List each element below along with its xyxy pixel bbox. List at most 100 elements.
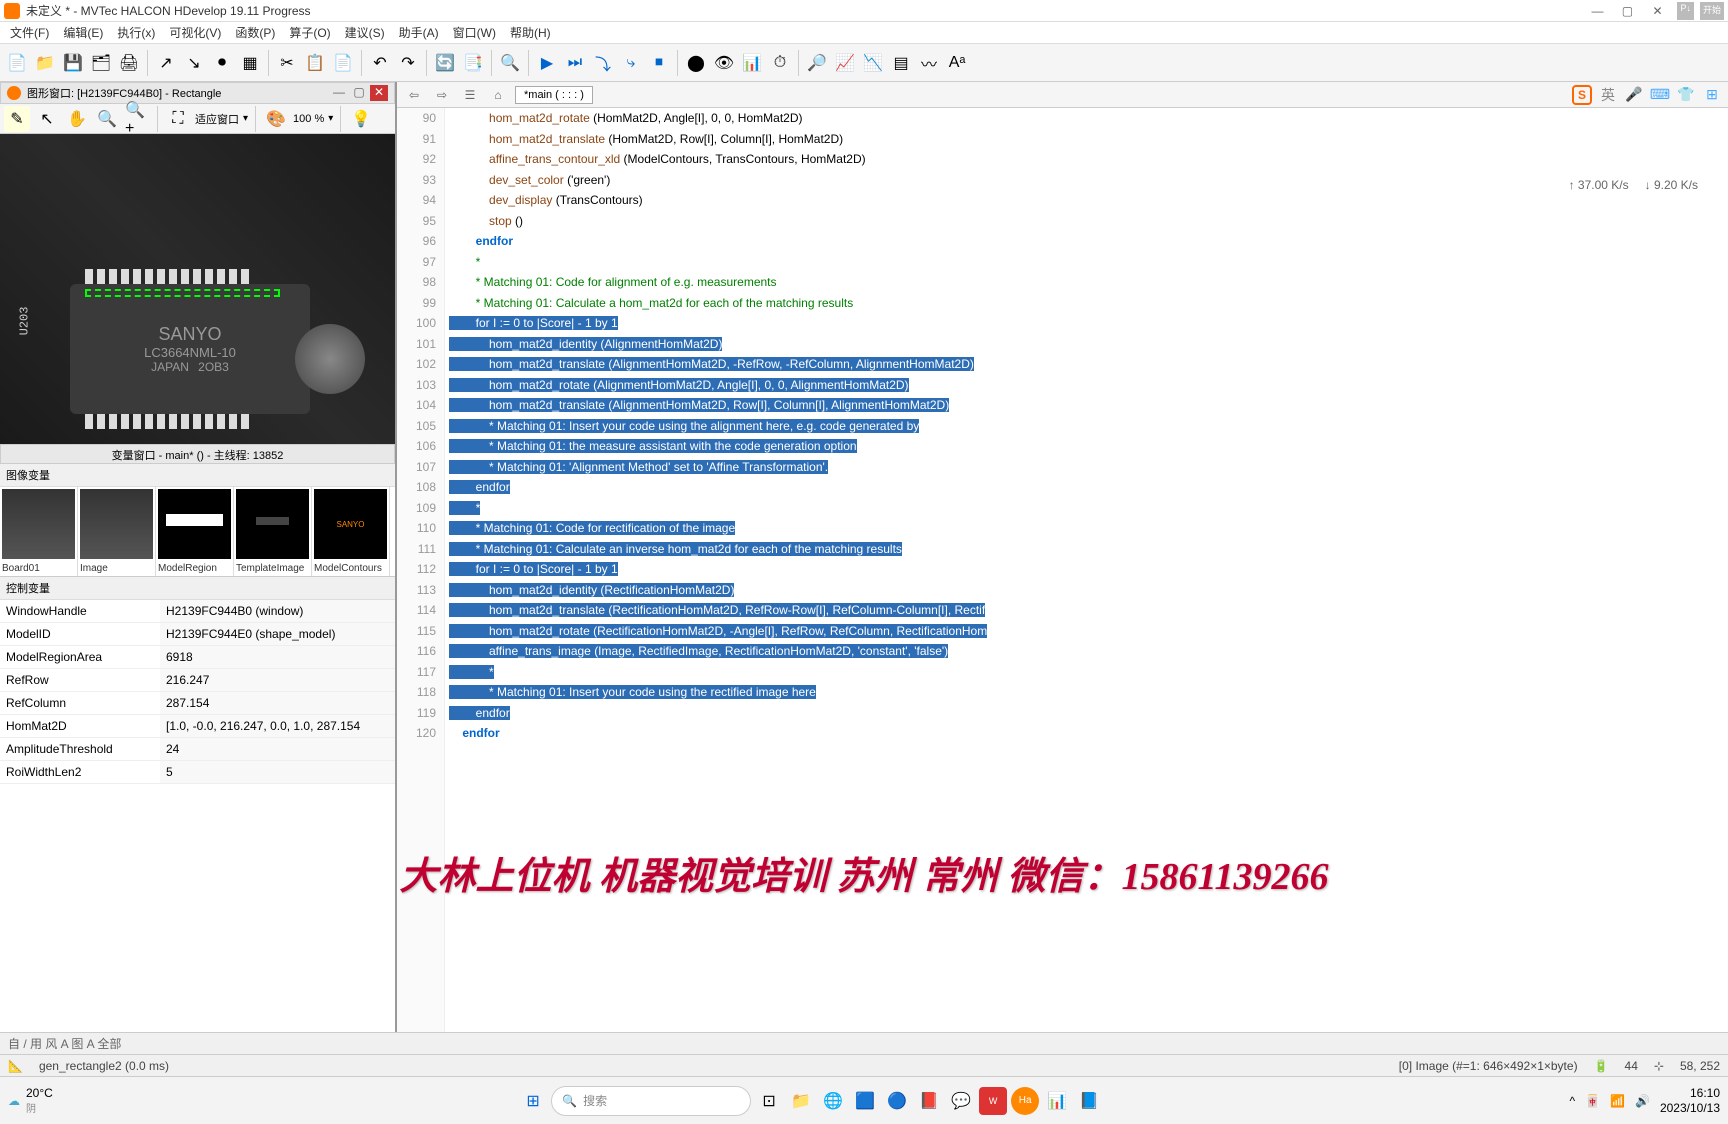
- bottom-tabs-text[interactable]: 自 / 用 风 A 图 A 全部: [8, 1035, 121, 1052]
- zoom-fit-icon[interactable]: 🔎: [804, 50, 830, 76]
- import-icon[interactable]: ↘: [181, 50, 207, 76]
- menu-operators[interactable]: 算子(O): [283, 22, 336, 43]
- menu-help[interactable]: 帮助(H): [504, 22, 557, 43]
- thumb-contours[interactable]: SANYOModelContours: [312, 487, 390, 576]
- zoom-in-icon[interactable]: 🔍+: [124, 106, 150, 132]
- bookmark-icon[interactable]: 📑: [460, 50, 486, 76]
- browser-icon[interactable]: 🌐: [819, 1087, 847, 1115]
- keyboard-icon[interactable]: ⌨: [1650, 85, 1670, 105]
- pdf-icon[interactable]: 📕: [915, 1087, 943, 1115]
- edge-icon[interactable]: 🔵: [883, 1087, 911, 1115]
- panel-minimize[interactable]: —: [330, 85, 348, 101]
- thumb-template[interactable]: TemplateImage: [234, 487, 312, 576]
- menu-functions[interactable]: 函数(P): [229, 22, 281, 43]
- code-editor[interactable]: 9091929394959697989910010110210310410510…: [397, 108, 1728, 1032]
- find-icon[interactable]: 🔍: [497, 50, 523, 76]
- close-button[interactable]: ✕: [1643, 2, 1671, 20]
- color-icon[interactable]: 🎨: [263, 106, 289, 132]
- bulb-icon[interactable]: 💡: [348, 106, 374, 132]
- font-icon[interactable]: Aᵃ: [944, 50, 970, 76]
- step-icon[interactable]: ⏭: [562, 50, 588, 76]
- thumb-image[interactable]: Image: [78, 487, 156, 576]
- nav-fwd-icon[interactable]: ⇨: [431, 85, 453, 105]
- mic-icon[interactable]: 🎤: [1624, 85, 1644, 105]
- saveall-icon[interactable]: 🗂: [88, 50, 114, 76]
- variable-table[interactable]: WindowHandleH2139FC944B0 (window) ModelI…: [0, 600, 395, 1032]
- roi-rectangle[interactable]: [85, 289, 280, 297]
- feature-icon[interactable]: ▤: [888, 50, 914, 76]
- tray-wifi-icon[interactable]: 📶: [1610, 1094, 1625, 1108]
- taskbar-clock[interactable]: 16:102023/10/13: [1660, 1086, 1720, 1115]
- app2-icon[interactable]: 📊: [1043, 1087, 1071, 1115]
- step-over-icon[interactable]: ⤵: [590, 50, 616, 76]
- grid-app-icon[interactable]: ⊞: [1702, 85, 1722, 105]
- minimize-button[interactable]: —: [1583, 2, 1611, 20]
- tray-lang[interactable]: 🀄: [1585, 1094, 1600, 1108]
- home-icon[interactable]: ⌂: [487, 85, 509, 105]
- tray-up-icon[interactable]: ^: [1569, 1094, 1575, 1108]
- histogram-icon[interactable]: 📈: [832, 50, 858, 76]
- menu-suggestions[interactable]: 建议(S): [339, 22, 391, 43]
- run-icon[interactable]: ▶: [534, 50, 560, 76]
- zoom-icon[interactable]: 🔍: [94, 106, 120, 132]
- profile-icon[interactable]: 📉: [860, 50, 886, 76]
- thumb-modelregion[interactable]: ModelRegion: [156, 487, 234, 576]
- wechat-icon[interactable]: 💬: [947, 1087, 975, 1115]
- draw-icon[interactable]: ✎: [4, 106, 30, 132]
- record-icon[interactable]: ⏺: [209, 50, 235, 76]
- thumb-board01[interactable]: Board01: [0, 487, 78, 576]
- sogou-icon[interactable]: S: [1572, 85, 1592, 105]
- code-content[interactable]: hom_mat2d_rotate (HomMat2D, Angle[I], 0,…: [445, 108, 1728, 1032]
- taskview-icon[interactable]: ⊡: [755, 1087, 783, 1115]
- nav-back-icon[interactable]: ⇦: [403, 85, 425, 105]
- fit-window-icon[interactable]: ⛶: [165, 106, 191, 132]
- start-button[interactable]: 开始: [1700, 2, 1724, 20]
- app1-icon[interactable]: 🟦: [851, 1087, 879, 1115]
- grid-icon[interactable]: ▦: [237, 50, 263, 76]
- image-view[interactable]: U203 SANYO LC3664NML-10 JAPAN 2OB3: [0, 134, 395, 444]
- fit-window-label[interactable]: 适应窗口: [195, 111, 239, 127]
- wps-icon[interactable]: W: [979, 1087, 1007, 1115]
- halcon-task-icon[interactable]: Ha: [1011, 1087, 1039, 1115]
- lang-indicator[interactable]: 英: [1598, 85, 1618, 105]
- find-replace-icon[interactable]: 🔄: [432, 50, 458, 76]
- menu-file[interactable]: 文件(F): [4, 22, 55, 43]
- start-icon[interactable]: ⊞: [519, 1087, 547, 1115]
- weather-widget[interactable]: ☁ 20°C阴: [8, 1086, 53, 1115]
- maximize-button[interactable]: ▢: [1613, 2, 1641, 20]
- copy-icon[interactable]: 📋: [302, 50, 328, 76]
- profiler-icon[interactable]: 📊: [739, 50, 765, 76]
- code-tab[interactable]: *main ( : : : ): [515, 86, 593, 104]
- new-icon[interactable]: 📄: [4, 50, 30, 76]
- tray-volume-icon[interactable]: 🔊: [1635, 1094, 1650, 1108]
- menu-visualize[interactable]: 可视化(V): [163, 22, 227, 43]
- menu-window[interactable]: 窗口(W): [447, 22, 502, 43]
- proc-list-icon[interactable]: ☰: [459, 85, 481, 105]
- panel-close[interactable]: ✕: [370, 85, 388, 101]
- save-icon[interactable]: 💾: [60, 50, 86, 76]
- step-into-icon[interactable]: ⤷: [618, 50, 644, 76]
- watch-icon[interactable]: 👁: [711, 50, 737, 76]
- zoom-value[interactable]: 100 %: [293, 113, 324, 125]
- open-icon[interactable]: 📁: [32, 50, 58, 76]
- p-button[interactable]: P↓: [1677, 2, 1694, 20]
- shirt-icon[interactable]: 👕: [1676, 85, 1696, 105]
- export-icon[interactable]: ↗: [153, 50, 179, 76]
- pointer-icon[interactable]: ↖: [34, 106, 60, 132]
- menu-assistants[interactable]: 助手(A): [393, 22, 445, 43]
- pan-icon[interactable]: ✋: [64, 106, 90, 132]
- breakpoint-icon[interactable]: ⬤: [683, 50, 709, 76]
- menu-execute[interactable]: 执行(x): [111, 22, 161, 43]
- app3-icon[interactable]: 📘: [1075, 1087, 1103, 1115]
- redo-icon[interactable]: ↷: [395, 50, 421, 76]
- cut-icon[interactable]: ✂: [274, 50, 300, 76]
- line-profile-icon[interactable]: 〰: [916, 50, 942, 76]
- explorer-icon[interactable]: 📁: [787, 1087, 815, 1115]
- taskbar-search[interactable]: 🔍搜索: [551, 1086, 751, 1116]
- panel-maximize[interactable]: ▢: [350, 85, 368, 101]
- print-icon[interactable]: 🖨: [116, 50, 142, 76]
- stop-icon[interactable]: ⏹: [646, 50, 672, 76]
- undo-icon[interactable]: ↶: [367, 50, 393, 76]
- paste-icon[interactable]: 📄: [330, 50, 356, 76]
- menu-edit[interactable]: 编辑(E): [57, 22, 109, 43]
